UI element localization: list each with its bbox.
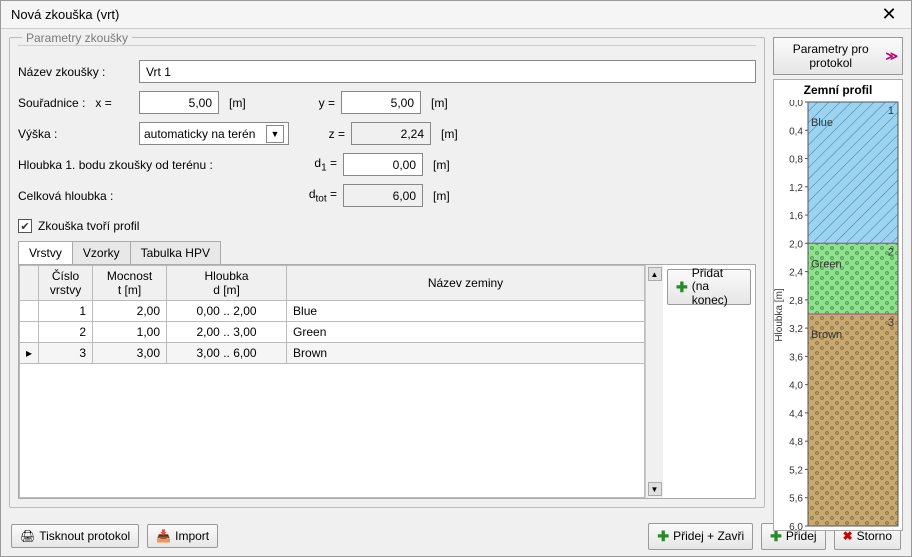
svg-text:Brown: Brown — [811, 329, 842, 341]
dtot-input — [343, 184, 423, 207]
plus-icon: ✚ — [676, 279, 688, 296]
svg-text:3,2: 3,2 — [789, 324, 803, 335]
protocol-params-button[interactable]: Parametry pro protokol ≫ — [773, 37, 903, 75]
z-input — [351, 122, 431, 145]
name-input[interactable] — [139, 60, 756, 83]
svg-text:2,4: 2,4 — [789, 268, 803, 279]
x-input[interactable] — [139, 91, 219, 114]
close-icon: ✕ — [881, 4, 896, 25]
label-coords: Souřadnice : x = — [18, 96, 133, 110]
unit-z: [m] — [441, 127, 465, 141]
svg-text:2: 2 — [888, 246, 894, 258]
add-close-button[interactable]: ✚ Přidej + Zavři — [648, 523, 753, 550]
svg-text:5,6: 5,6 — [789, 494, 803, 505]
table-row[interactable]: 2 1,00 2,00 .. 3,00 Green — [20, 322, 645, 343]
plus-icon: ✚ — [657, 528, 669, 545]
svg-text:3,6: 3,6 — [789, 352, 803, 363]
unit-dtot: [m] — [433, 189, 457, 203]
profile-graphic: 1 Blue 2 Green 3 Brown 0,0 0,4 0,8 1,2 1,6 2,0 2,4 2,… — [774, 100, 902, 530]
svg-text:0,8: 0,8 — [789, 155, 803, 166]
col-number: Číslo vrstvy — [39, 266, 93, 301]
tab-samples[interactable]: Vzorky — [72, 241, 131, 264]
chevron-right-icon: ≫ — [885, 49, 896, 63]
svg-text:1: 1 — [888, 105, 894, 117]
svg-text:4,8: 4,8 — [789, 437, 803, 448]
profile-title: Zemní profil — [774, 80, 902, 100]
label-y: y = — [295, 96, 335, 110]
svg-text:6,0: 6,0 — [789, 522, 803, 530]
label-z: z = — [305, 127, 345, 141]
import-icon: 📥 — [156, 529, 171, 543]
import-button[interactable]: 📥 Import — [147, 524, 218, 548]
svg-text:Blue: Blue — [811, 117, 833, 129]
titlebar: Nová zkouška (vrt) ✕ — [1, 1, 911, 29]
label-depth-first: Hloubka 1. bodu zkoušky od terénu : — [18, 158, 291, 172]
print-protocol-button[interactable]: 🖨 Tisknout protokol — [11, 524, 139, 548]
svg-text:Green: Green — [811, 258, 842, 270]
height-mode-select[interactable]: automaticky na terén ▼ — [139, 122, 289, 145]
label-name: Název zkoušky : — [18, 65, 133, 79]
svg-text:0,4: 0,4 — [789, 126, 803, 137]
col-soil-name: Název zeminy — [287, 266, 645, 301]
soil-profile: Zemní profil 1Blue2Green3Brown0,00,40,81… — [773, 79, 903, 531]
label-height: Výška : — [18, 127, 133, 141]
label-total-depth: Celková hloubka : — [18, 189, 291, 203]
svg-text:5,2: 5,2 — [789, 465, 803, 476]
svg-text:0,0: 0,0 — [789, 100, 803, 109]
table-row-selected[interactable]: ▸ 3 3,00 3,00 .. 6,00 Brown — [20, 343, 645, 364]
col-thickness: Mocnost t [m] — [93, 266, 167, 301]
tab-layers[interactable]: Vrstvy — [18, 241, 73, 264]
label-dtot: dtot = — [297, 187, 337, 204]
table-row[interactable]: 1 2,00 0,00 .. 2,00 Blue — [20, 301, 645, 322]
cancel-icon: ✖ — [843, 529, 853, 543]
svg-text:2,0: 2,0 — [789, 239, 803, 250]
y-input[interactable] — [341, 91, 421, 114]
add-layer-button[interactable]: ✚ Přidat (na konec) — [667, 269, 751, 305]
chevron-down-icon: ▼ — [266, 125, 284, 143]
d1-input[interactable] — [343, 153, 423, 176]
groupbox-title: Parametry zkoušky — [22, 31, 132, 45]
col-depth: Hloubka d [m] — [167, 266, 287, 301]
unit-y: [m] — [431, 96, 455, 110]
printer-icon: 🖨 — [20, 529, 35, 543]
svg-text:1,2: 1,2 — [789, 183, 803, 194]
scrollbar[interactable]: ▲ ▼ — [645, 265, 663, 498]
profile-checkbox[interactable]: ✔ — [18, 219, 32, 233]
svg-text:Hloubka [m]: Hloubka [m] — [774, 288, 785, 342]
parameters-panel: Parametry zkoušky Název zkoušky : Souřad… — [9, 37, 765, 508]
svg-text:4,4: 4,4 — [789, 409, 803, 420]
tab-hpv[interactable]: Tabulka HPV — [130, 241, 221, 264]
scroll-down-icon[interactable]: ▼ — [648, 482, 662, 496]
layers-table: Číslo vrstvy Mocnost t [m] Hloubka d [m]… — [19, 265, 645, 364]
svg-text:2,8: 2,8 — [789, 296, 803, 307]
unit-d1: [m] — [433, 158, 457, 172]
svg-text:4,0: 4,0 — [789, 381, 803, 392]
svg-text:3: 3 — [888, 317, 894, 329]
scroll-up-icon[interactable]: ▲ — [648, 267, 662, 281]
close-button[interactable]: ✕ — [873, 4, 905, 26]
tabs: Vrstvy Vzorky Tabulka HPV — [18, 241, 756, 265]
svg-text:1,6: 1,6 — [789, 211, 803, 222]
unit-x: [m] — [229, 96, 253, 110]
profile-checkbox-label: Zkouška tvoří profil — [38, 219, 139, 233]
label-d1: d1 = — [297, 156, 337, 173]
window-title: Nová zkouška (vrt) — [11, 7, 119, 22]
